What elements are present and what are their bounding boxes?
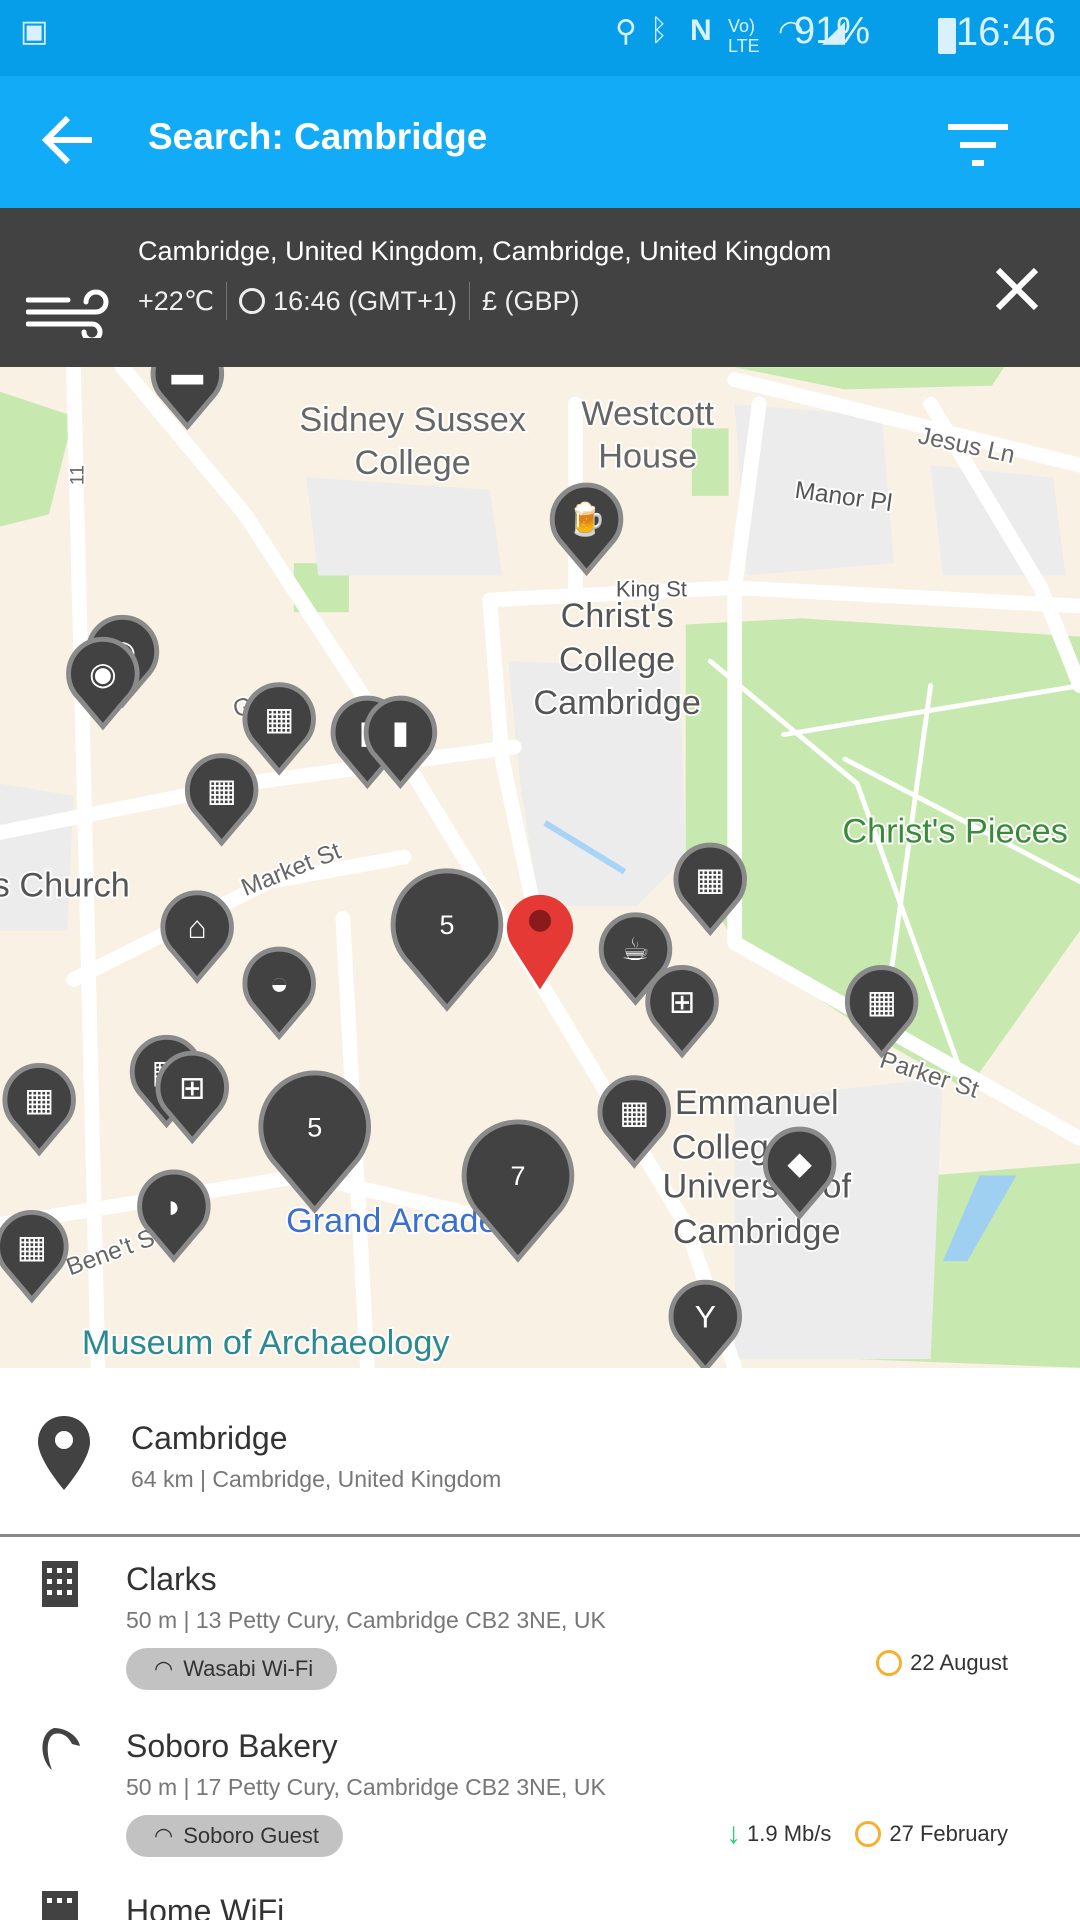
map-view[interactable]: Sidney Sussex College Westcott House Jesus L…: [0, 367, 1080, 1368]
result-detail: 50 m | 17 Petty Cury, Cambridge CB2 3NE,…: [126, 1774, 606, 1800]
download-speed: 1.9 Mb/s: [747, 1821, 832, 1846]
last-seen-date: 22 August: [910, 1650, 1008, 1675]
building-icon: ▦: [695, 861, 725, 897]
network-chip[interactable]: ◠ Soboro Guest: [126, 1815, 343, 1857]
croissant-icon: [42, 1728, 80, 1770]
bento-icon: ⊞: [669, 984, 696, 1020]
map-label: Emmanuel: [675, 1084, 839, 1122]
wifi-icon: ◠: [154, 1823, 174, 1848]
map-label: College: [355, 444, 471, 482]
bento-map-marker[interactable]: ⊞: [645, 965, 719, 1059]
building-icon: ▦: [264, 701, 294, 737]
map-label: s Church: [0, 866, 130, 904]
download-arrow-icon: ↓: [726, 1817, 741, 1850]
clock-icon: [876, 1650, 903, 1676]
map-label: Cambridge: [533, 684, 701, 722]
app-bar: Search: Cambridge: [0, 76, 1080, 208]
last-seen-date: 27 February: [889, 1821, 1008, 1846]
map-label: Cambridge: [673, 1213, 841, 1251]
temperature: +22℃: [138, 285, 215, 316]
church-map-marker[interactable]: ⌂: [160, 890, 234, 984]
page-title: Search: Cambridge: [148, 116, 488, 157]
bluetooth-icon: ᛒ: [650, 14, 668, 47]
continent-icon: ◗: [164, 1188, 183, 1224]
beer-map-marker[interactable]: 🍺: [549, 482, 624, 577]
building-icon: [42, 1561, 78, 1607]
bento-map-marker[interactable]: ⊞: [155, 1050, 229, 1145]
list-item-network[interactable]: Clarks 50 m | 13 Petty Cury, Cambridge C…: [0, 1537, 1080, 1704]
bowl-map-marker[interactable]: ◒: [242, 946, 316, 1041]
cluster-count: 7: [510, 1161, 525, 1191]
selected-location-marker[interactable]: [506, 894, 574, 990]
cluster-count: 5: [307, 1112, 322, 1142]
list-item-network[interactable]: Soboro Bakery 50 m | 17 Petty Cury, Camb…: [0, 1704, 1080, 1871]
cluster-marker[interactable]: 5: [390, 868, 504, 1012]
status-bar: ▣ ⚲ ᛒ N Vo) LTE ◠ ◢ 91% 16:46: [0, 0, 1080, 76]
burger-icon: ▬: [171, 367, 203, 391]
map-label: Sidney Sussex: [299, 401, 526, 439]
building-icon: ▦: [17, 1229, 47, 1265]
result-detail: 50 m | 13 Petty Cury, Cambridge CB2 3NE,…: [126, 1607, 606, 1633]
map-label: Christ's: [561, 597, 674, 635]
close-icon[interactable]: [994, 266, 1040, 312]
map-label: Westcott: [581, 395, 714, 433]
list-item-location[interactable]: Cambridge 64 km | Cambridge, United King…: [0, 1368, 1080, 1535]
tag-icon: ◆: [787, 1145, 812, 1181]
cluster-count: 5: [439, 910, 454, 940]
building-map-marker[interactable]: ▦: [242, 682, 316, 776]
map-label: College: [559, 641, 675, 679]
coffee-icon: ☕: [621, 931, 650, 967]
arrow-left-icon[interactable]: [40, 112, 96, 168]
building-map-marker[interactable]: ▦: [597, 1075, 671, 1169]
church-icon: ⌂: [188, 909, 207, 945]
list-item-network[interactable]: Home WiFi: [0, 1871, 1080, 1920]
gallery-icon: ▣: [20, 15, 49, 48]
map-pin-icon: [38, 1416, 90, 1490]
building-map-marker[interactable]: ▦: [2, 1063, 76, 1157]
network-name: Wasabi Wi-Fi: [183, 1656, 314, 1681]
map-label: Museum of Archaeology: [82, 1324, 450, 1362]
building-icon: ▦: [207, 772, 237, 808]
result-title: Clarks: [126, 1561, 217, 1597]
clock-icon: [239, 288, 266, 314]
map-label: House: [598, 438, 697, 476]
clock-icon: [855, 1821, 882, 1847]
location-text: Cambridge, United Kingdom, Cambridge, Un…: [138, 236, 832, 266]
map-label: 11: [66, 465, 88, 485]
battery-percent: 91%: [793, 10, 870, 52]
cocktail-icon: Y: [695, 1298, 716, 1334]
building-map-marker[interactable]: ▦: [184, 753, 259, 847]
result-title: Soboro Bakery: [126, 1728, 338, 1764]
building-icon: ▦: [24, 1082, 54, 1118]
clock: 16:46: [955, 10, 1056, 54]
map-label: Christ's Pieces: [842, 812, 1068, 850]
building-icon: ▦: [867, 984, 897, 1020]
location-icon: ⚲: [615, 15, 637, 48]
result-detail: 64 km | Cambridge, United Kingdom: [131, 1466, 502, 1492]
book-icon: ▮: [392, 714, 410, 750]
filter-icon[interactable]: [948, 124, 1008, 168]
location-info-bar: Cambridge, United Kingdom, Cambridge, Un…: [0, 208, 1080, 367]
result-title: Cambridge: [131, 1420, 288, 1456]
network-chip[interactable]: ◠ Wasabi Wi-Fi: [126, 1648, 338, 1690]
local-time: 16:46 (GMT+1): [273, 285, 457, 316]
fish-icon: ◉: [89, 655, 117, 691]
bento-icon: ⊞: [179, 1069, 206, 1105]
wifi-icon: ◠: [154, 1656, 174, 1681]
building-icon: ▦: [619, 1094, 649, 1130]
beer-icon: 🍺: [567, 500, 607, 537]
result-title: Home WiFi: [126, 1893, 285, 1920]
nfc-icon: N: [690, 14, 712, 47]
building-icon: [42, 1891, 78, 1920]
network-name: Soboro Guest: [183, 1823, 319, 1848]
wind-icon: [26, 289, 109, 338]
battery-icon: [938, 18, 956, 54]
bowl-icon: ◒: [270, 965, 289, 1001]
building-map-marker[interactable]: ▦: [0, 1210, 69, 1304]
currency: £ (GBP): [481, 285, 580, 316]
volte-icon: Vo) LTE: [728, 16, 760, 56]
